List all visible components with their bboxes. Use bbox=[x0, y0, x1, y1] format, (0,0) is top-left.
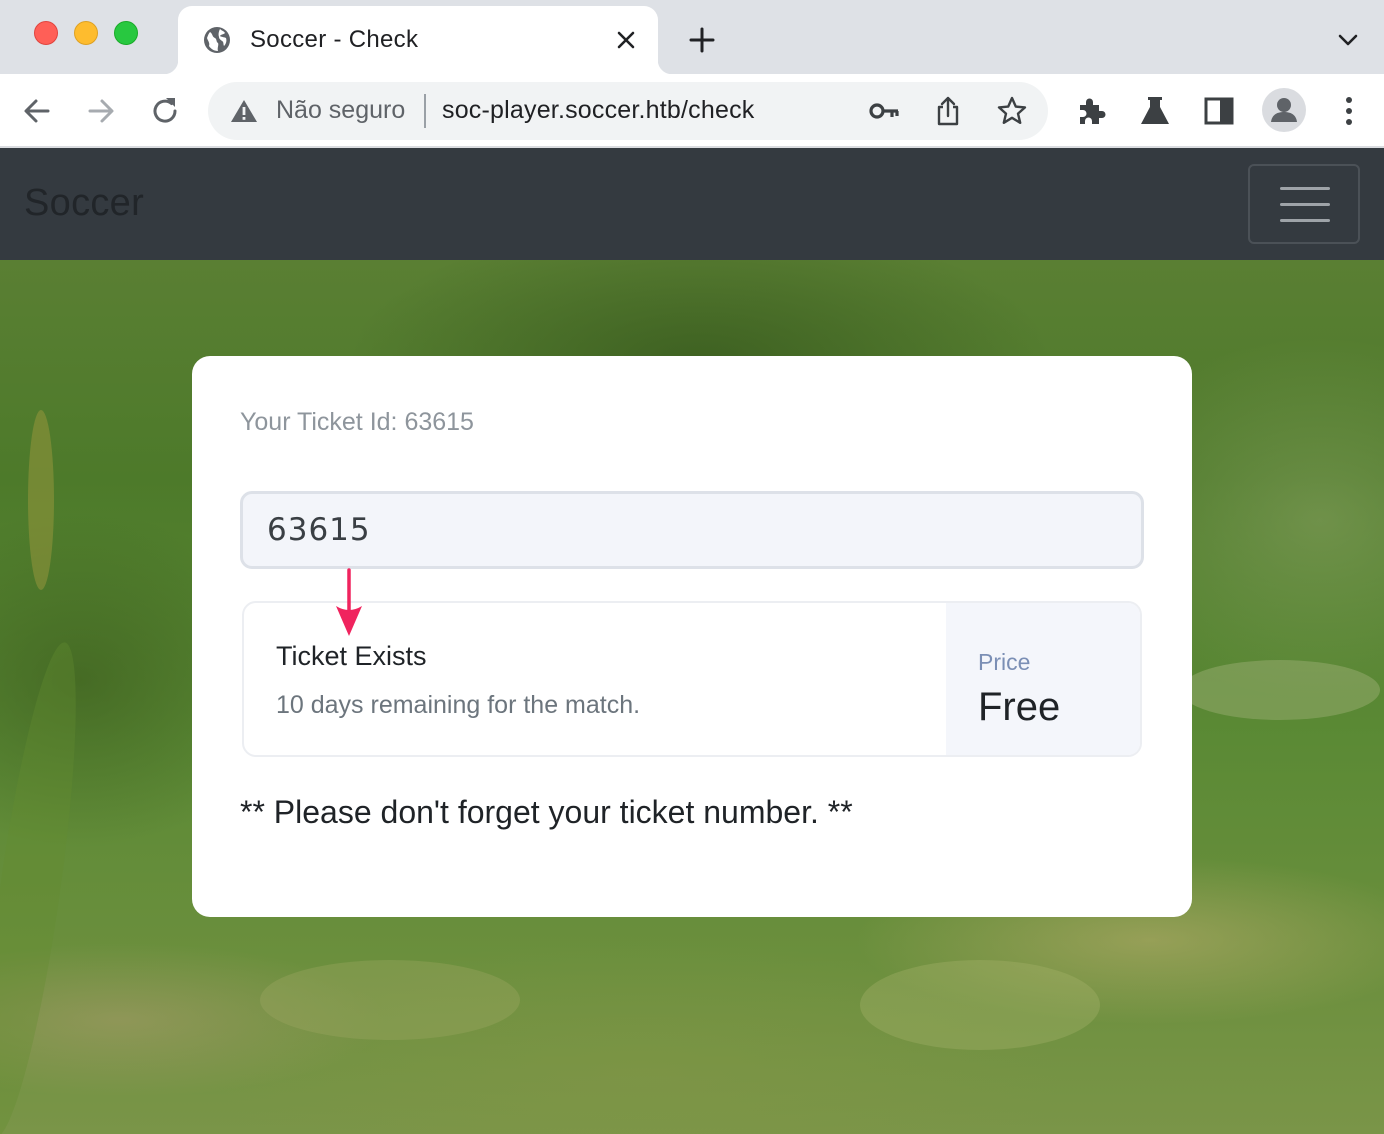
hamburger-bar bbox=[1280, 203, 1330, 206]
side-panel-icon[interactable] bbox=[1200, 92, 1238, 130]
url-text[interactable]: soc-player.soccer.htb/check bbox=[442, 96, 755, 125]
maximize-window-button[interactable] bbox=[114, 21, 138, 45]
kebab-menu-icon[interactable] bbox=[1330, 92, 1368, 130]
ticket-card: Your Ticket Id: 63615 Ticket Exists 10 d… bbox=[192, 356, 1192, 917]
grass-blur bbox=[860, 960, 1100, 1050]
profile-icon[interactable] bbox=[1262, 88, 1306, 132]
result-title: Ticket Exists bbox=[276, 641, 427, 671]
ticket-id-text: Your Ticket Id: 63615 bbox=[240, 408, 474, 436]
globe-icon bbox=[204, 27, 230, 53]
warning-icon[interactable] bbox=[230, 98, 258, 124]
close-window-button[interactable] bbox=[34, 21, 58, 45]
star-icon[interactable] bbox=[996, 95, 1028, 127]
tab-active[interactable]: Soccer - Check bbox=[164, 6, 672, 74]
hamburger-bar bbox=[1280, 187, 1330, 190]
labs-icon[interactable] bbox=[1136, 92, 1174, 130]
annotation-arrow-icon bbox=[336, 568, 362, 636]
price-value: Free bbox=[978, 685, 1061, 729]
reload-icon[interactable] bbox=[146, 92, 184, 130]
tab-title: Soccer - Check bbox=[250, 26, 419, 53]
address-bar[interactable]: Não seguro soc-player.soccer.htb/check bbox=[208, 82, 1048, 140]
minimize-window-button[interactable] bbox=[74, 21, 98, 45]
ticket-search-input[interactable] bbox=[240, 491, 1144, 569]
omnibox-divider bbox=[424, 94, 426, 128]
grass-blur bbox=[260, 960, 520, 1040]
result-description: 10 days remaining for the match. bbox=[276, 691, 641, 719]
chevron-down-icon[interactable] bbox=[1334, 28, 1362, 52]
hamburger-bar bbox=[1280, 219, 1330, 222]
reminder-text: ** Please don't forget your ticket numbe… bbox=[240, 794, 853, 830]
back-icon[interactable] bbox=[18, 92, 56, 130]
browser-toolbar: Não seguro soc-player.soccer.htb/check bbox=[0, 74, 1384, 148]
key-icon[interactable] bbox=[868, 95, 900, 127]
page-viewport: Soccer Your Ticket Id: 63615 Ticket Exis… bbox=[0, 148, 1384, 1134]
ticket-result: Ticket Exists 10 days remaining for the … bbox=[242, 601, 1142, 757]
grass-blur bbox=[0, 638, 95, 1134]
avatar bbox=[1271, 98, 1297, 122]
new-tab-icon[interactable] bbox=[686, 24, 718, 56]
grass-blur bbox=[1180, 660, 1380, 720]
grass-blur bbox=[28, 410, 54, 590]
close-icon[interactable] bbox=[612, 26, 640, 54]
security-label[interactable]: Não seguro bbox=[276, 96, 405, 125]
tab-strip: Soccer - Check bbox=[0, 0, 1384, 74]
forward-icon[interactable] bbox=[82, 92, 120, 130]
navbar-brand[interactable]: Soccer bbox=[24, 182, 144, 225]
hamburger-icon[interactable] bbox=[1248, 164, 1360, 244]
price-label: Price bbox=[978, 649, 1031, 675]
site-navbar: Soccer bbox=[0, 148, 1384, 260]
share-icon[interactable] bbox=[932, 95, 964, 127]
extensions-icon[interactable] bbox=[1072, 92, 1110, 130]
price-box: Price Free bbox=[946, 603, 1140, 755]
